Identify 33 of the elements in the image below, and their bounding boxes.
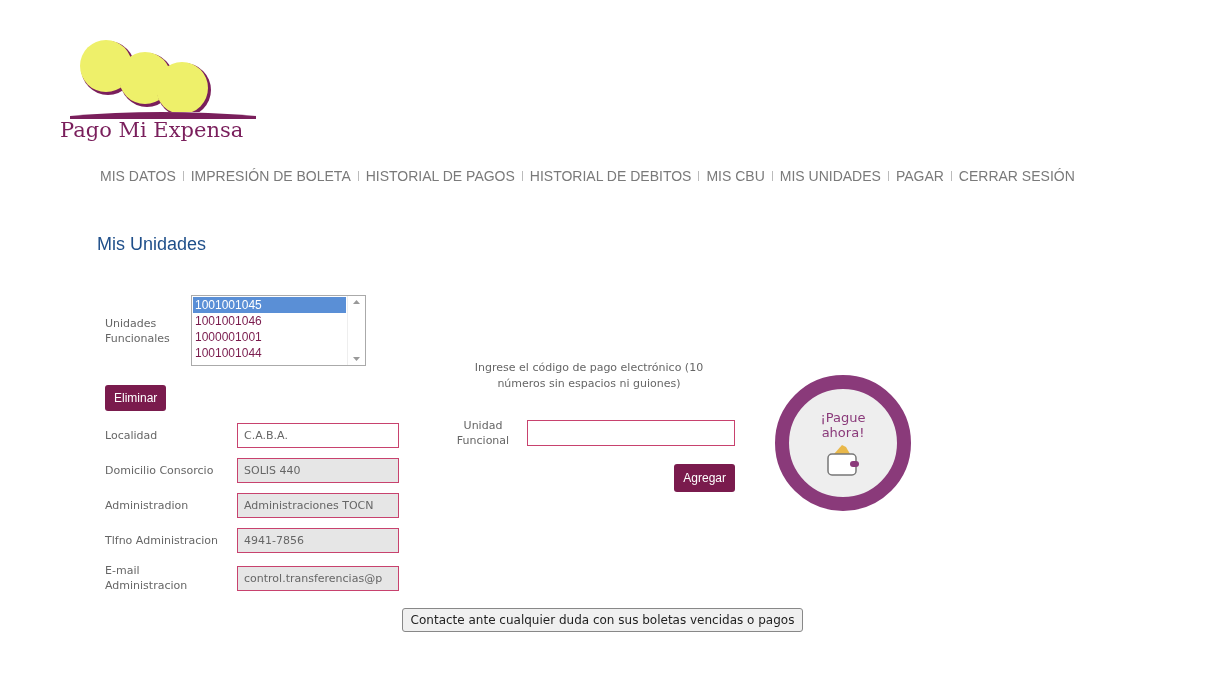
nav-link[interactable]: MIS UNIDADES [779, 168, 881, 184]
nav-link[interactable]: HISTORIAL DE PAGOS [365, 168, 515, 184]
logo-text: Pago Mi Expensa [60, 118, 244, 142]
pay-now-badge[interactable]: ¡Pague ahora! [775, 375, 911, 511]
page-heading: Mis Unidades [97, 234, 208, 255]
delete-button[interactable]: Eliminar [105, 385, 167, 411]
scroll-up-icon[interactable] [353, 300, 360, 304]
nav-link[interactable]: CERRAR SESIÓN [958, 168, 1075, 184]
nav-link[interactable]: MIS CBU [706, 168, 765, 184]
text-field[interactable]: C.A.B.A. [237, 423, 399, 448]
field-label: Tlfno Administracion [105, 533, 220, 548]
list-option[interactable]: 1001001044 [193, 345, 346, 361]
field-label: Unidades Funcionales [105, 315, 171, 346]
add-button[interactable]: Agregar [674, 464, 735, 492]
wallet-icon [826, 444, 860, 476]
nav-link[interactable]: MIS DATOS [100, 168, 176, 184]
units-listbox[interactable]: 1001001045 1001001046 1000001001 1001001044 [191, 295, 366, 366]
unit-code-field[interactable] [527, 420, 735, 446]
contact-button[interactable]: Contacte ante cualquier duda con sus boletas vencidas o pagos [401, 608, 804, 632]
field-label: Unidad Funcional [455, 418, 511, 448]
scroll-down-icon[interactable] [353, 357, 360, 361]
nav-link[interactable]: PAGAR [895, 168, 944, 184]
nav-link[interactable]: IMPRESIÓN DE BOLETA [190, 168, 351, 184]
instructions-text: Ingrese el código de pago electrónico (10 números sin espacios ni guiones) [473, 360, 705, 392]
list-option[interactable]: 1001001046 [193, 313, 346, 329]
field-label: Localidad [105, 428, 159, 443]
field-label: E-mail Administracion [105, 563, 189, 593]
field-label: Administradion [105, 498, 190, 513]
list-option[interactable]: 1001001045 [193, 297, 346, 313]
field-label: Domicilio Consorcio [105, 463, 215, 478]
nav-link[interactable]: HISTORIAL DE DEBITOS [529, 168, 692, 184]
list-option[interactable]: 1000001001 [193, 329, 346, 345]
badge-text: ¡Pague ahora! [819, 410, 867, 440]
